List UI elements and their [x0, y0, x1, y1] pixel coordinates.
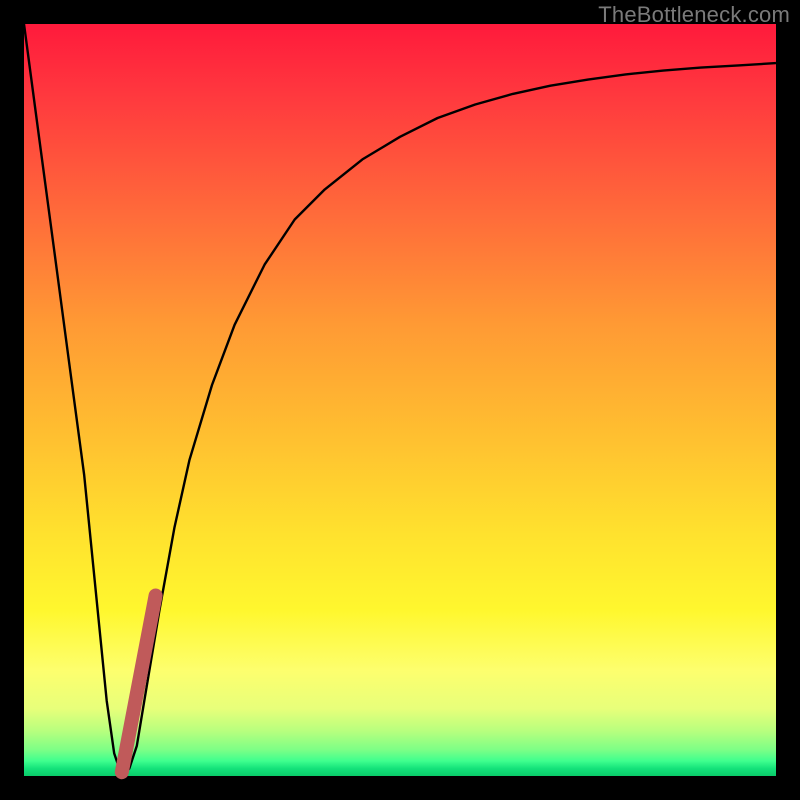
- watermark-text: TheBottleneck.com: [598, 2, 790, 28]
- highlight-marker: [122, 596, 156, 773]
- chart-frame: TheBottleneck.com: [0, 0, 800, 800]
- curve-layer: [24, 24, 776, 776]
- plot-area: [24, 24, 776, 776]
